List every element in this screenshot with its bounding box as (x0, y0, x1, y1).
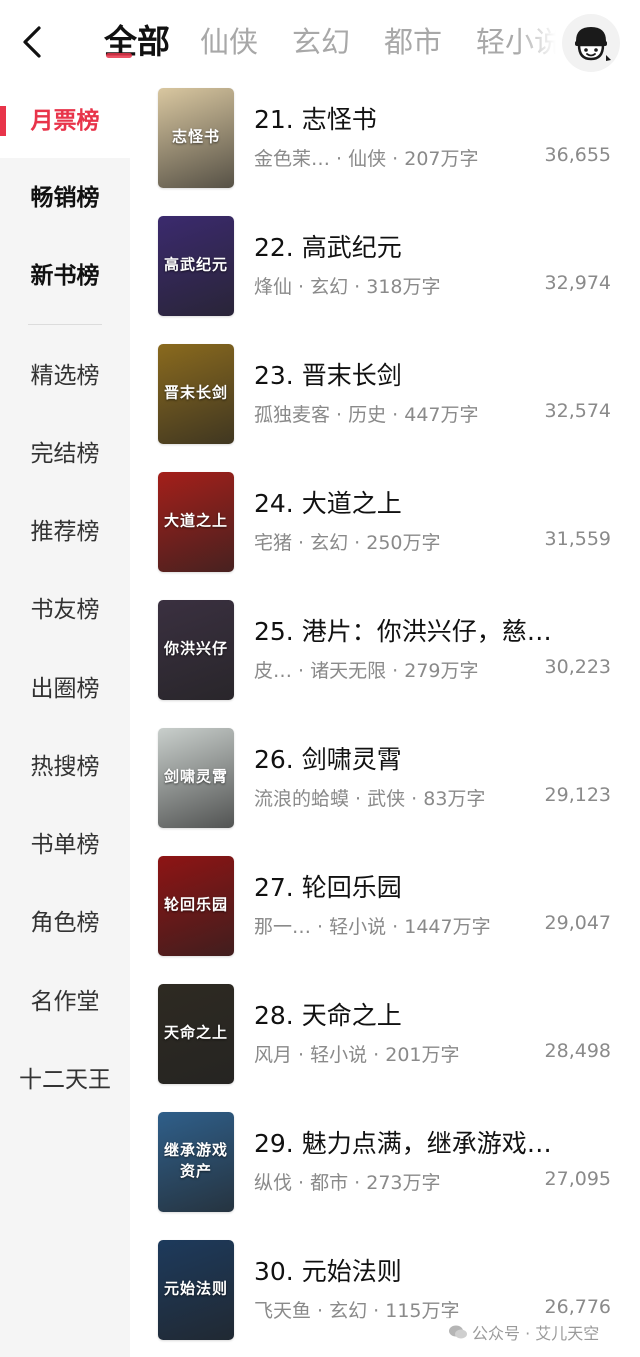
book-title: 27. 轮回乐园 (254, 873, 402, 902)
book-title: 23. 晋末长剑 (254, 361, 402, 390)
ticket-count: 36,655 (544, 144, 611, 166)
book-title: 22. 高武纪元 (254, 233, 402, 262)
book-title: 24. 大道之上 (254, 489, 402, 518)
book-meta: 风月 · 轻小说 · 201万字 (254, 1044, 460, 1066)
category-tabs: 全部仙侠玄幻都市轻小说 (104, 14, 556, 70)
sidebar-item-reader-friends[interactable]: 书友榜 (0, 590, 130, 630)
tab-xuanhuan[interactable]: 玄幻 (292, 14, 350, 70)
book-meta: 皮… · 诸天无限 · 279万字 (254, 660, 479, 682)
book-cover: 继承游戏资产 (158, 1112, 234, 1212)
sidebar-item-featured[interactable]: 精选榜 (0, 356, 130, 396)
book-item[interactable]: 大道之上 24. 大道之上 宅猪 · 玄幻 · 250万字 31,559 (130, 472, 640, 600)
sidebar-item-booklist[interactable]: 书单榜 (0, 825, 130, 865)
ticket-count: 27,095 (544, 1168, 611, 1190)
book-meta: 那一… · 轻小说 · 1447万字 (254, 916, 491, 938)
book-cover: 元始法则 (158, 1240, 234, 1340)
ticket-count: 29,047 (544, 912, 611, 934)
book-cover: 轮回乐园 (158, 856, 234, 956)
book-meta: 纵伐 · 都市 · 273万字 (254, 1172, 441, 1194)
cover-title: 轮回乐园 (163, 895, 228, 914)
book-item[interactable]: 你洪兴仔 25. 港片：你洪兴仔，慈… 皮… · 诸天无限 · 279万字 30… (130, 600, 640, 728)
active-tab-indicator (106, 53, 132, 58)
book-item[interactable]: 晋末长剑 23. 晋末长剑 孤独麦客 · 历史 · 447万字 32,574 (130, 344, 640, 472)
ticket-count: 26,776 (544, 1296, 611, 1318)
book-item[interactable]: 志怪书 21. 志怪书 金色茉… · 仙侠 · 207万字 36,655 (130, 88, 640, 216)
sidebar-item-monthly-ticket[interactable]: 月票榜 (0, 101, 130, 141)
ranking-sidebar: 月票榜 畅销榜 新书榜 精选榜 完结榜 推荐榜 书友榜 出圈榜 热搜榜 书单榜 … (0, 84, 130, 1357)
back-button[interactable] (12, 20, 52, 64)
book-meta: 金色茉… · 仙侠 · 207万字 (254, 148, 479, 170)
book-title: 30. 元始法则 (254, 1257, 402, 1286)
ticket-count: 30,223 (544, 656, 611, 678)
book-cover: 天命之上 (158, 984, 234, 1084)
cover-title: 天命之上 (163, 1023, 228, 1042)
book-title: 28. 天命之上 (254, 1001, 402, 1030)
tab-dushi[interactable]: 都市 (384, 14, 442, 70)
sidebar-item-masterpieces[interactable]: 名作堂 (0, 982, 130, 1022)
sidebar-item-breakout[interactable]: 出圈榜 (0, 669, 130, 709)
book-cover: 志怪书 (158, 88, 234, 188)
cover-title: 志怪书 (171, 127, 220, 146)
book-item[interactable]: 剑啸灵霄 26. 剑啸灵霄 流浪的蛤蟆 · 武侠 · 83万字 29,123 (130, 728, 640, 856)
cover-title: 继承游戏资产 (163, 1141, 228, 1180)
avatar-icon (575, 27, 611, 61)
sidebar-item-new-books[interactable]: 新书榜 (0, 256, 130, 296)
wechat-icon (449, 1325, 467, 1339)
book-cover: 你洪兴仔 (158, 600, 234, 700)
book-item[interactable]: 轮回乐园 27. 轮回乐园 那一… · 轻小说 · 1447万字 29,047 (130, 856, 640, 984)
top-bar: 全部仙侠玄幻都市轻小说 (0, 0, 640, 84)
ticket-count: 31,559 (544, 528, 611, 550)
sidebar-divider (28, 324, 102, 325)
book-title: 21. 志怪书 (254, 105, 377, 134)
book-cover: 晋末长剑 (158, 344, 234, 444)
sidebar-item-bestseller[interactable]: 畅销榜 (0, 178, 130, 218)
cover-title: 大道之上 (163, 511, 228, 530)
book-meta: 孤独麦客 · 历史 · 447万字 (254, 404, 479, 426)
cover-title: 你洪兴仔 (163, 639, 228, 658)
book-cover: 剑啸灵霄 (158, 728, 234, 828)
ticket-count: 28,498 (544, 1040, 611, 1062)
book-title: 25. 港片：你洪兴仔，慈… (254, 617, 552, 646)
ticket-count: 32,574 (544, 400, 611, 422)
tab-all[interactable]: 全部 (104, 14, 170, 70)
cover-title: 元始法则 (163, 1279, 228, 1298)
cover-title: 晋末长剑 (163, 383, 228, 402)
sidebar-item-characters[interactable]: 角色榜 (0, 903, 130, 943)
tab-xianxia[interactable]: 仙侠 (200, 14, 258, 70)
sidebar-item-completed[interactable]: 完结榜 (0, 434, 130, 474)
book-title: 29. 魅力点满，继承游戏… (254, 1129, 552, 1158)
book-item[interactable]: 继承游戏资产 29. 魅力点满，继承游戏… 纵伐 · 都市 · 273万字 27… (130, 1112, 640, 1240)
sidebar-item-recommended[interactable]: 推荐榜 (0, 512, 130, 552)
book-item[interactable]: 高武纪元 22. 高武纪元 烽仙 · 玄幻 · 318万字 32,974 (130, 216, 640, 344)
book-cover: 大道之上 (158, 472, 234, 572)
user-avatar-button[interactable] (562, 14, 620, 72)
ticket-count: 32,974 (544, 272, 611, 294)
watermark: 公众号 · 艾儿天空 (444, 1318, 604, 1346)
cover-title: 高武纪元 (163, 255, 228, 274)
book-title: 26. 剑啸灵霄 (254, 745, 402, 774)
tabs-fade (516, 14, 556, 70)
book-meta: 流浪的蛤蟆 · 武侠 · 83万字 (254, 788, 486, 810)
sidebar-item-twelve-kings[interactable]: 十二天王 (0, 1060, 130, 1100)
chevron-left-icon (23, 26, 41, 58)
book-item[interactable]: 天命之上 28. 天命之上 风月 · 轻小说 · 201万字 28,498 (130, 984, 640, 1112)
ticket-count: 29,123 (544, 784, 611, 806)
sidebar-item-hot-search[interactable]: 热搜榜 (0, 747, 130, 787)
cover-title: 剑啸灵霄 (163, 767, 228, 786)
book-meta: 烽仙 · 玄幻 · 318万字 (254, 276, 441, 298)
book-meta: 飞天鱼 · 玄幻 · 115万字 (254, 1300, 460, 1322)
watermark-text: 公众号 · 艾儿天空 (472, 1324, 600, 1343)
book-meta: 宅猪 · 玄幻 · 250万字 (254, 532, 441, 554)
book-cover: 高武纪元 (158, 216, 234, 316)
